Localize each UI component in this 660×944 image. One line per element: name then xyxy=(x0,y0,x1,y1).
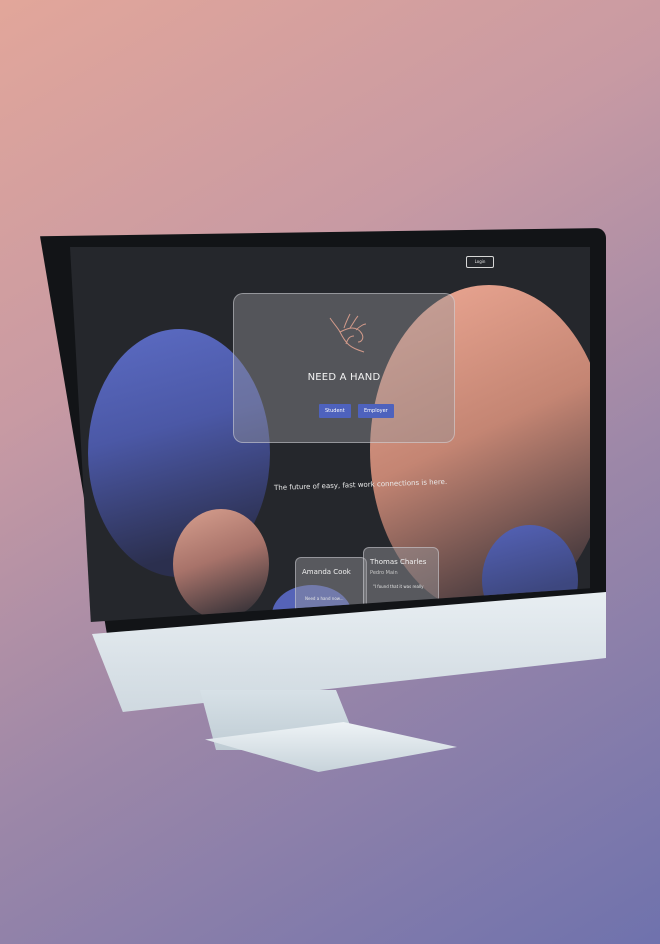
testimonial-quote: Need a hand now... xyxy=(305,596,344,601)
login-button[interactable]: Login xyxy=(466,256,494,268)
hand-icon xyxy=(329,313,367,353)
testimonial-role: Pedro Main xyxy=(370,570,398,576)
student-button[interactable]: Student xyxy=(319,404,351,418)
employer-button[interactable]: Employer xyxy=(358,404,394,418)
hero-card: NEED A HAND Student Employer xyxy=(233,293,455,443)
monitor-screen: Login NEED A HAND Student Employer The f… xyxy=(70,247,590,622)
testimonial-name: Amanda Cook xyxy=(302,568,351,576)
hero-title: NEED A HAND xyxy=(307,372,381,383)
decorative-small-pink-circle xyxy=(173,509,269,619)
testimonial-quote: "I found that it was really xyxy=(373,584,424,589)
testimonial-name: Thomas Charles xyxy=(370,558,427,566)
desktop-monitor: Login NEED A HAND Student Employer The f… xyxy=(0,0,660,944)
